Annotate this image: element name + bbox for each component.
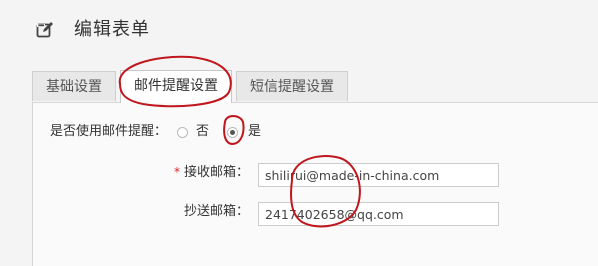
tab-basic-settings[interactable]: 基础设置 — [32, 71, 116, 101]
tab-sms-reminder-settings[interactable]: 短信提醒设置 — [236, 71, 348, 101]
cc-email-field[interactable] — [258, 202, 499, 226]
edit-icon — [36, 22, 53, 38]
radio-no-label: 否 — [196, 124, 210, 139]
radio-selected-dot — [230, 130, 235, 135]
email-reminder-label: 是否使用邮件提醒： — [50, 124, 168, 139]
receive-email-field[interactable] — [258, 163, 499, 187]
receive-email-label: 接收邮箱： — [184, 165, 250, 180]
radio-yes[interactable] — [227, 127, 238, 138]
radio-no[interactable] — [177, 127, 188, 138]
tab-email-reminder-settings[interactable]: 邮件提醒设置 — [120, 70, 232, 103]
cc-email-label: 抄送邮箱： — [184, 204, 250, 219]
page-title: 编辑表单 — [74, 19, 150, 40]
radio-yes-label: 是 — [248, 124, 262, 139]
required-asterisk: * — [174, 165, 180, 179]
